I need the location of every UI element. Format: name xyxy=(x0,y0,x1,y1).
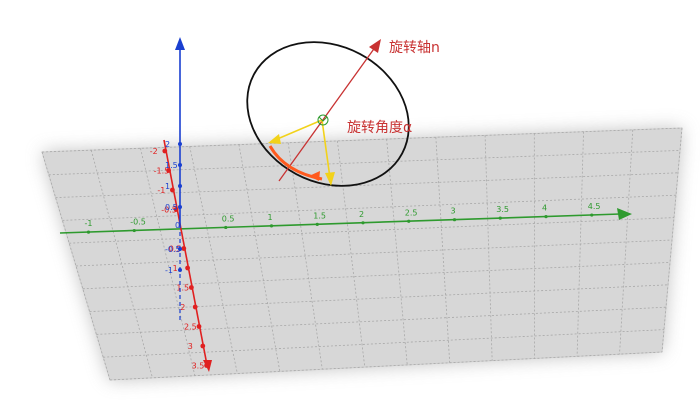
z-tick-mark xyxy=(178,184,182,188)
y-tick-label: 3 xyxy=(188,342,193,351)
y-tick-label: 1 xyxy=(173,264,178,273)
x-tick-label: 1.5 xyxy=(313,211,326,220)
y-tick-mark xyxy=(170,187,175,193)
y-tick-label: 1.5 xyxy=(176,284,189,293)
y-tick-mark xyxy=(196,324,202,329)
x-tick-mark xyxy=(407,219,411,223)
x-tick-mark xyxy=(224,225,228,230)
y-tick-label: 3.5 xyxy=(192,362,205,371)
y-tick-mark xyxy=(189,285,194,290)
z-tick-mark xyxy=(178,268,182,272)
grid-plane xyxy=(41,127,683,381)
x-tick-mark xyxy=(132,228,136,233)
x-tick-mark xyxy=(315,222,319,226)
x-tick-mark xyxy=(452,218,457,222)
y-tick-mark xyxy=(200,343,206,349)
y-tick-label: -2 xyxy=(150,147,158,156)
z-tick-label: 0.5 xyxy=(165,203,178,212)
x-tick-mark xyxy=(269,224,274,228)
origin-label: 0 xyxy=(175,221,180,230)
z-tick-label: -1 xyxy=(165,266,173,275)
x-tick-mark xyxy=(361,221,365,225)
y-tick-mark xyxy=(181,246,187,251)
y-tick-label: 2 xyxy=(180,303,185,312)
x-tick-label: 0.5 xyxy=(222,214,235,223)
z-tick-label: -0.5 xyxy=(165,245,181,254)
z-tick-mark xyxy=(178,205,182,209)
x-tick-mark xyxy=(498,216,502,220)
x-tick-label: 3.5 xyxy=(496,205,509,214)
vector-original-arrowhead xyxy=(268,134,281,144)
x-tick-label: -1 xyxy=(85,219,93,228)
rotation-angle-label: 旋转角度α xyxy=(347,120,412,136)
x-tick-mark xyxy=(590,213,594,217)
rotation-axis-label: 旋转轴n xyxy=(389,40,440,56)
x-tick-mark xyxy=(86,230,91,234)
x-tick-label: 2 xyxy=(359,210,364,219)
y-tick-mark xyxy=(204,363,210,368)
y-tick-mark xyxy=(162,148,168,154)
x-tick-label: 3 xyxy=(451,207,456,216)
rotation-axis-arrowhead xyxy=(369,39,381,53)
x-tick-label: 1 xyxy=(268,213,273,222)
z-tick-label: 2 xyxy=(165,140,170,149)
y-tick-mark xyxy=(192,304,198,310)
y-tick-label: 2.5 xyxy=(184,323,197,332)
x-tick-label: 4.5 xyxy=(588,202,601,211)
x-tick-label: 2.5 xyxy=(405,208,418,217)
z-axis-arrowhead xyxy=(175,37,185,50)
z-tick-mark xyxy=(178,142,182,146)
x-tick-label: 4 xyxy=(542,204,547,213)
z-tick-mark xyxy=(178,163,182,167)
y-tick-mark xyxy=(185,265,191,271)
3d-rotation-diagram: -1 -0.5 0.5 1 1.5 2 2.5 3 3.5 4 4.5 -2-1.5-1-0.50.… xyxy=(41,37,683,381)
x-tick-label: -0.5 xyxy=(130,218,146,227)
z-tick-label: 1.5 xyxy=(165,161,178,170)
x-tick-mark xyxy=(544,215,548,219)
z-tick-label: 1 xyxy=(165,182,170,191)
